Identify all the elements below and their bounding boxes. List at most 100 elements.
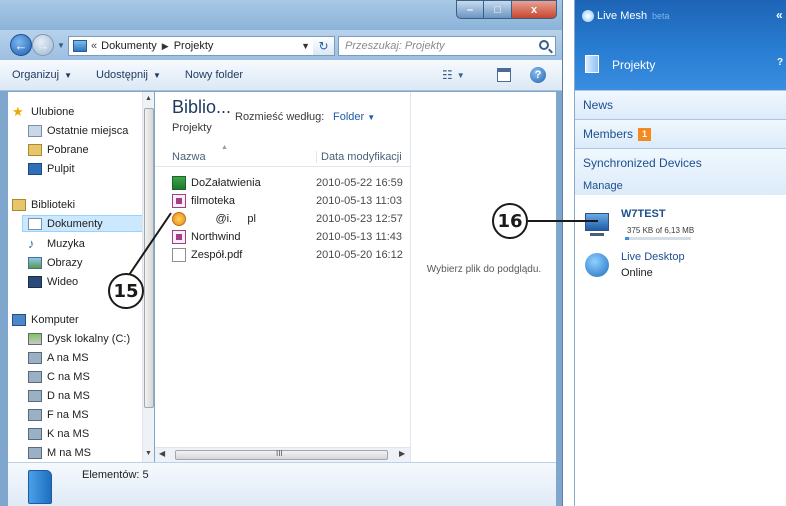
breadcrumb-projekty[interactable]: Projekty — [174, 40, 214, 52]
manage-link[interactable]: Manage — [583, 180, 623, 192]
local-disk-icon — [28, 332, 42, 345]
nav-recent-places[interactable]: Ostatnie miejsca — [28, 122, 128, 139]
arrange-by-label: Rozmieść według: — [235, 111, 325, 123]
star-icon: ★ — [12, 103, 24, 119]
horizontal-scrollbar[interactable]: ◀ III ▶ — [155, 447, 410, 462]
nav-network-drive[interactable]: D na MS — [28, 387, 90, 404]
new-folder-button[interactable]: Nowy folder — [173, 63, 255, 87]
nav-music[interactable]: ♪ Muzyka — [28, 235, 85, 252]
network-drive-icon — [28, 351, 42, 364]
folder-icon — [73, 40, 87, 52]
network-drive-icon — [28, 370, 42, 383]
maximize-button[interactable]: □ — [484, 0, 512, 19]
documents-icon — [28, 217, 42, 230]
arrange-by-dropdown[interactable]: Folder ▼ — [333, 111, 375, 123]
column-header-date[interactable]: Data modyfikacji — [316, 151, 402, 163]
preview-hint: Wybierz plik do podglądu. — [426, 264, 542, 275]
usage-bar-fill — [625, 237, 629, 240]
excel-icon — [172, 176, 186, 190]
pdf-icon — [172, 248, 186, 262]
section-members[interactable]: Members 1 — [575, 119, 786, 148]
callout-15: 15 — [108, 273, 144, 309]
address-bar[interactable]: « Dokumenty ▶ Projekty ▼ — [68, 36, 317, 56]
libraries-icon — [12, 198, 26, 211]
window-controls: – □ x — [456, 0, 557, 19]
explorer-window: – □ x ← → ▼ « Dokumenty ▶ Projekty ▼ ↻ P… — [0, 0, 563, 506]
file-row[interactable]: DoZałatwienia 2010-05-22 16:59 — [172, 174, 408, 192]
file-row[interactable]: Northwind 2010-05-13 11:43 — [172, 228, 408, 246]
live-desktop-icon — [585, 253, 609, 277]
music-icon: ♪ — [28, 235, 35, 251]
nav-computer[interactable]: Komputer — [12, 311, 79, 328]
nav-pictures[interactable]: Obrazy — [28, 254, 82, 271]
network-drive-icon — [28, 408, 42, 421]
library-subtitle: Projekty — [172, 122, 212, 134]
search-icon[interactable] — [539, 40, 549, 50]
command-bar: Organizuj ▼ Udostępnij ▼ Nowy folder ☷ ▼ ? — [0, 60, 562, 91]
nav-libraries[interactable]: Biblioteki — [12, 196, 75, 213]
organize-button[interactable]: Organizuj ▼ — [0, 63, 84, 87]
file-row[interactable]: filmoteka 2010-05-13 11:03 — [172, 192, 408, 210]
scroll-up-icon[interactable]: ▲ — [145, 95, 152, 102]
network-drive-icon — [28, 446, 42, 459]
scroll-thumb[interactable]: III — [175, 449, 388, 460]
section-news[interactable]: News — [575, 90, 786, 119]
recent-pages-dropdown[interactable]: ▼ — [57, 41, 65, 50]
nav-network-drive[interactable]: M na MS — [28, 444, 91, 461]
scroll-right-icon[interactable]: ▶ — [399, 449, 405, 458]
nav-desktop[interactable]: Pulpit — [28, 160, 75, 177]
minimize-button[interactable]: – — [456, 0, 484, 19]
preview-pane-toggle-icon[interactable] — [497, 68, 511, 82]
nav-drive-c[interactable]: Dysk lokalny (C:) — [28, 330, 130, 347]
address-dropdown-icon[interactable]: ▼ — [301, 41, 310, 51]
help-icon[interactable]: ? — [530, 67, 546, 83]
nav-downloads[interactable]: Pobrane — [28, 141, 89, 158]
list-view-icon: ☷ — [442, 68, 453, 82]
close-button[interactable]: x — [512, 0, 557, 19]
column-headers: ▲ Nazwa Data modyfikacji — [155, 144, 410, 167]
share-button[interactable]: Udostępnij ▼ — [84, 63, 173, 87]
title-bar[interactable]: – □ x — [0, 0, 562, 30]
help-icon[interactable]: ? — [777, 57, 783, 68]
nav-scrollbar[interactable]: ▲ ▼ — [142, 92, 154, 462]
scroll-left-icon[interactable]: ◀ — [159, 449, 165, 458]
navigation-bar: ← → ▼ « Dokumenty ▶ Projekty ▼ ↻ Przeszu… — [0, 30, 562, 60]
scroll-grip: III — [276, 449, 283, 458]
refresh-button[interactable]: ↻ — [313, 36, 335, 56]
forward-button[interactable]: → — [32, 34, 54, 56]
live-mesh-logo-icon — [582, 10, 594, 22]
nav-network-drive[interactable]: C na MS — [28, 368, 90, 385]
nav-network-drive[interactable]: K na MS — [28, 425, 89, 442]
breadcrumb-dokumenty[interactable]: Dokumenty — [101, 40, 157, 52]
change-view-button[interactable]: ☷ ▼ — [442, 64, 472, 86]
device-name[interactable]: W7TEST — [621, 208, 666, 220]
back-button[interactable]: ← — [10, 34, 32, 56]
nav-network-drive[interactable]: F na MS — [28, 406, 89, 423]
search-input[interactable]: Przeszukaj: Projekty — [338, 36, 556, 56]
scroll-down-icon[interactable]: ▼ — [145, 450, 152, 457]
library-icon — [28, 470, 52, 504]
file-row[interactable]: @i. pl 2010-05-23 12:57 — [172, 210, 408, 228]
collapse-icon[interactable]: « — [776, 8, 783, 22]
nav-network-drive[interactable]: A na MS — [28, 349, 89, 366]
column-header-name[interactable]: Nazwa — [172, 151, 206, 163]
scroll-thumb[interactable] — [144, 108, 154, 408]
preview-pane: Wybierz plik do podglądu. — [410, 92, 556, 462]
device-name[interactable]: Live Desktop — [621, 251, 685, 263]
callout-16: 16 — [492, 203, 528, 239]
nav-documents[interactable]: Dokumenty — [22, 215, 152, 232]
breadcrumb-overflow[interactable]: « — [91, 40, 97, 52]
access-icon — [172, 230, 186, 244]
nav-video[interactable]: Wideo — [28, 273, 78, 290]
details-pane: Elementów: 5 — [8, 462, 556, 506]
nav-favorites[interactable]: ★ Ulubione — [12, 103, 74, 120]
mesh-header: Live Mesh beta « Projekty ? — [575, 0, 786, 90]
video-icon — [28, 275, 42, 288]
library-title: Biblio... — [172, 97, 232, 117]
search-placeholder: Przeszukaj: Projekty — [345, 40, 445, 52]
mesh-title: Live Mesh — [597, 10, 648, 22]
file-row[interactable]: Zespół.pdf 2010-05-20 16:12 — [172, 246, 408, 264]
computer-icon — [12, 313, 26, 326]
breadcrumb-separator-icon[interactable]: ▶ — [162, 41, 169, 52]
mesh-folder-icon — [585, 55, 599, 73]
